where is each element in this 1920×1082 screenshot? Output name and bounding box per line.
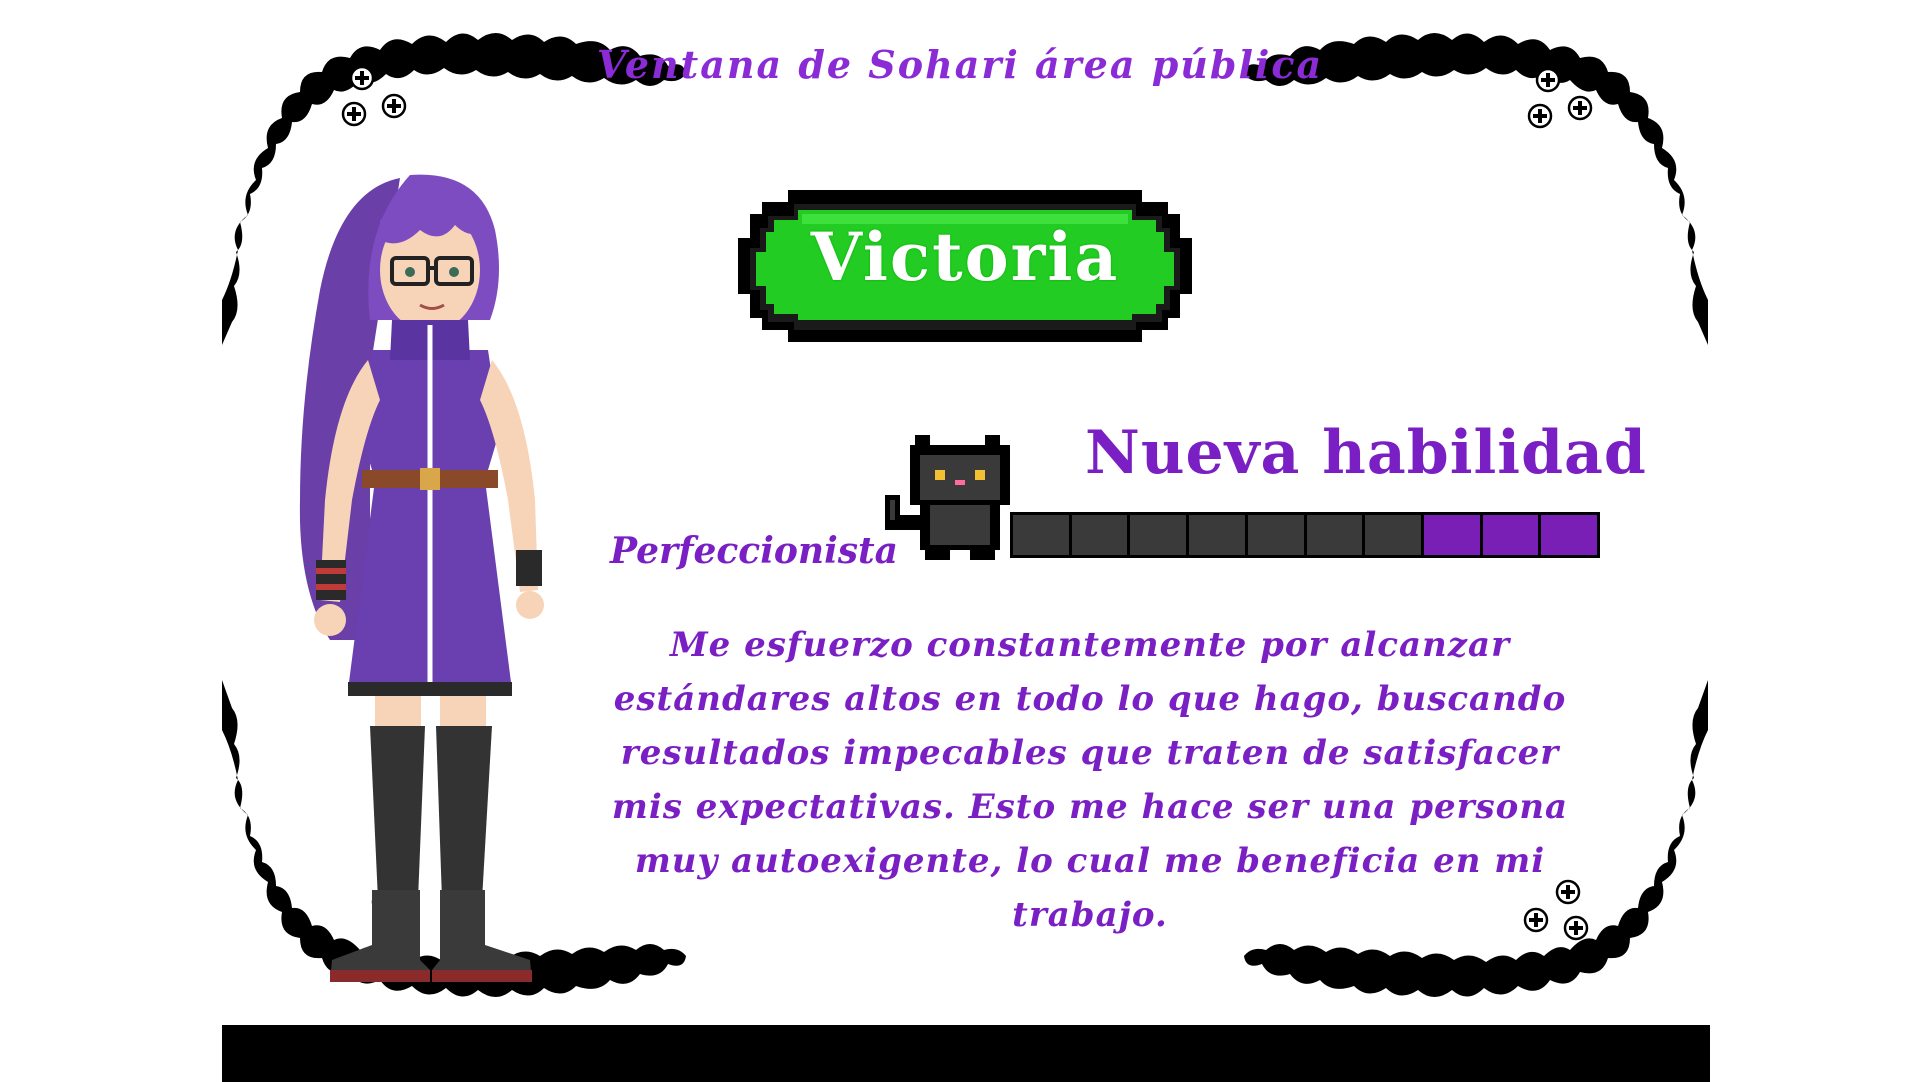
character-name: Victoria — [810, 218, 1120, 296]
skill-heading: Nueva habilidad — [1085, 418, 1647, 488]
progress-segment-empty — [1365, 515, 1424, 555]
progress-segment-filled — [1482, 515, 1542, 555]
progress-segment-empty — [1130, 515, 1190, 555]
game-window: Ventana de Sohari área pública Victoria … — [0, 0, 1920, 1082]
skill-name: Perfeccionista — [610, 530, 898, 572]
progress-segment-empty — [1306, 515, 1366, 555]
window-title: Ventana de Sohari área pública — [596, 42, 1324, 87]
progress-segment-filled — [1423, 515, 1483, 555]
progress-segment-empty — [1247, 515, 1307, 555]
skill-progress-bar — [1010, 512, 1600, 558]
progress-segment-empty — [1189, 515, 1248, 555]
bottom-bar — [222, 1025, 1710, 1082]
progress-segment-empty — [1013, 515, 1072, 555]
character-portrait — [299, 174, 544, 982]
skill-description: Me esfuerzo constantemente por alcanzar … — [611, 625, 1569, 935]
progress-segment-empty — [1071, 515, 1131, 555]
progress-segment-filled — [1541, 515, 1598, 555]
